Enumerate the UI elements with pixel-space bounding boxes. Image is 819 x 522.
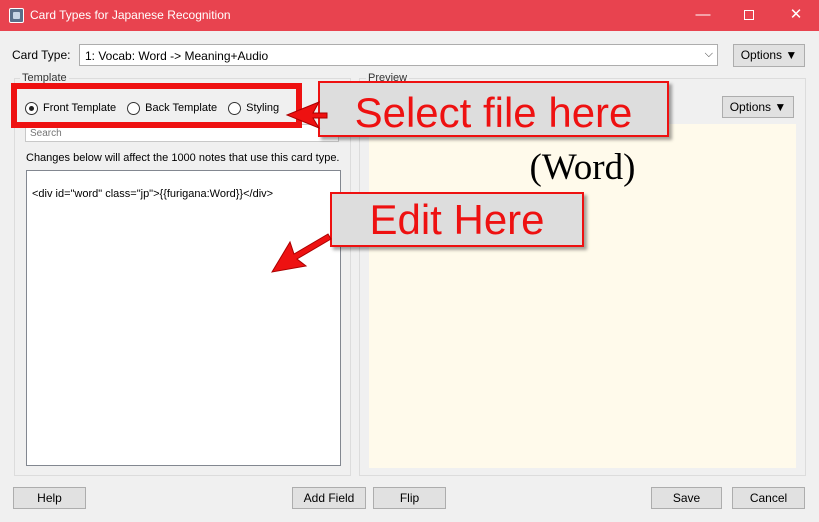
cancel-button[interactable]: Cancel [732, 487, 805, 509]
minimize-button[interactable]: — [680, 0, 726, 31]
card-type-select[interactable]: 1: Vocab: Word -> Meaning+Audio ⌵ [79, 44, 718, 66]
flip-button[interactable]: Flip [373, 487, 446, 509]
window-title: Card Types for Japanese Recognition [30, 8, 231, 22]
select-file-callout: Select file here [318, 81, 669, 137]
close-button[interactable]: ✕ [773, 0, 819, 31]
help-button[interactable]: Help [13, 487, 86, 509]
save-button[interactable]: Save [651, 487, 722, 509]
title-bar: Card Types for Japanese Recognition — ✕ [0, 0, 819, 31]
add-field-button[interactable]: Add Field [292, 487, 366, 509]
minimize-icon: — [695, 6, 711, 23]
maximize-button[interactable] [726, 0, 772, 31]
card-type-options-button[interactable]: Options ▼ [733, 44, 805, 67]
preview-pane: (Word) [369, 124, 796, 468]
preview-word: (Word) [529, 147, 636, 188]
template-editor-content: <div id="word" class="jp">{{furigana:Wor… [32, 188, 274, 200]
changes-note: Changes below will affect the 1000 notes… [26, 152, 340, 164]
preview-options-button[interactable]: Options ▼ [722, 96, 794, 118]
highlight-box [11, 83, 302, 128]
edit-arrow-icon [271, 233, 332, 273]
template-editor[interactable]: <div id="word" class="jp">{{furigana:Wor… [26, 170, 341, 466]
select-arrow-icon [285, 101, 328, 130]
edit-here-callout: Edit Here [330, 192, 584, 247]
card-type-label: Card Type: [12, 48, 71, 62]
maximize-icon [744, 10, 754, 20]
card-type-value: 1: Vocab: Word -> Meaning+Audio [85, 49, 269, 63]
app-icon [9, 8, 24, 23]
close-icon: ✕ [789, 6, 803, 23]
chevron-down-icon: ⌵ [704, 48, 713, 60]
